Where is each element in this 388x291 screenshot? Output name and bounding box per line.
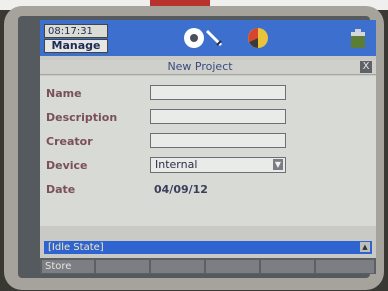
softkey-2[interactable] (96, 260, 149, 273)
name-label: Name (46, 87, 82, 100)
new-project-form: Name Description Creator Device Internal… (40, 76, 376, 226)
disk-icon (184, 28, 204, 48)
close-button[interactable]: X (360, 61, 372, 73)
creator-field[interactable] (150, 133, 286, 148)
status-bar: 08:17:31 Manage (40, 20, 376, 56)
clock: 08:17:31 (44, 24, 108, 38)
date-value: 04/09/12 (154, 183, 208, 196)
device-label: Device (46, 159, 88, 172)
battery-icon (351, 29, 365, 48)
manage-button[interactable]: Manage (44, 39, 108, 53)
device-select[interactable]: Internal ▼ (150, 157, 286, 173)
device-select-value: Internal (155, 158, 198, 171)
chevron-down-icon[interactable]: ▼ (273, 159, 283, 170)
softkey-store[interactable]: Store (42, 260, 94, 273)
softkey-6[interactable] (316, 260, 374, 273)
screen-frame: 08:17:31 Manage New Project X Name Descr… (18, 16, 376, 278)
window-titlebar: New Project X (40, 60, 376, 75)
description-label: Description (46, 111, 118, 124)
softkey-5[interactable] (261, 260, 314, 273)
creator-label: Creator (46, 135, 93, 148)
message-bar: [Idle State] ▲ (44, 241, 372, 254)
name-field[interactable] (150, 85, 286, 100)
message-scroll-button[interactable]: ▲ (360, 242, 370, 252)
date-label: Date (46, 183, 76, 196)
softkey-4[interactable] (206, 260, 259, 273)
softkey-3[interactable] (151, 260, 204, 273)
softkey-bar: Store (40, 258, 376, 274)
window-title: New Project (167, 60, 233, 73)
message-text: [Idle State] (48, 242, 104, 253)
pie-chart-icon[interactable] (246, 26, 270, 50)
description-field[interactable] (150, 109, 286, 124)
probe-icon (205, 29, 223, 47)
device-bezel: 08:17:31 Manage New Project X Name Descr… (4, 6, 384, 290)
screen: 08:17:31 Manage New Project X Name Descr… (40, 20, 376, 274)
